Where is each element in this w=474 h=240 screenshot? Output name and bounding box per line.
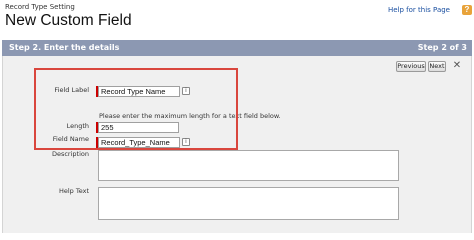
page-header: Record Type Setting New Custom Field Hel… bbox=[0, 0, 474, 40]
step-title: Step 2. Enter the details bbox=[9, 43, 120, 52]
breadcrumb: Record Type Setting bbox=[5, 3, 75, 11]
page-title: New Custom Field bbox=[5, 12, 132, 29]
step-counter: Step 2 of 3 bbox=[417, 43, 467, 52]
previous-button[interactable]: Previous bbox=[396, 61, 426, 72]
help-icon[interactable]: ? bbox=[462, 5, 472, 15]
close-icon[interactable]: ✕ bbox=[449, 60, 465, 72]
step-header-bar: Step 2. Enter the details Step 2 of 3 bbox=[2, 40, 472, 56]
next-button[interactable]: Next bbox=[428, 61, 446, 72]
description-textarea[interactable] bbox=[98, 150, 399, 181]
help-text-label: Help Text bbox=[58, 187, 89, 195]
description-label: Description bbox=[51, 150, 89, 158]
help-text-textarea[interactable] bbox=[98, 187, 399, 220]
highlight-annotation-box bbox=[34, 68, 238, 150]
help-link[interactable]: Help for this Page bbox=[388, 6, 450, 14]
